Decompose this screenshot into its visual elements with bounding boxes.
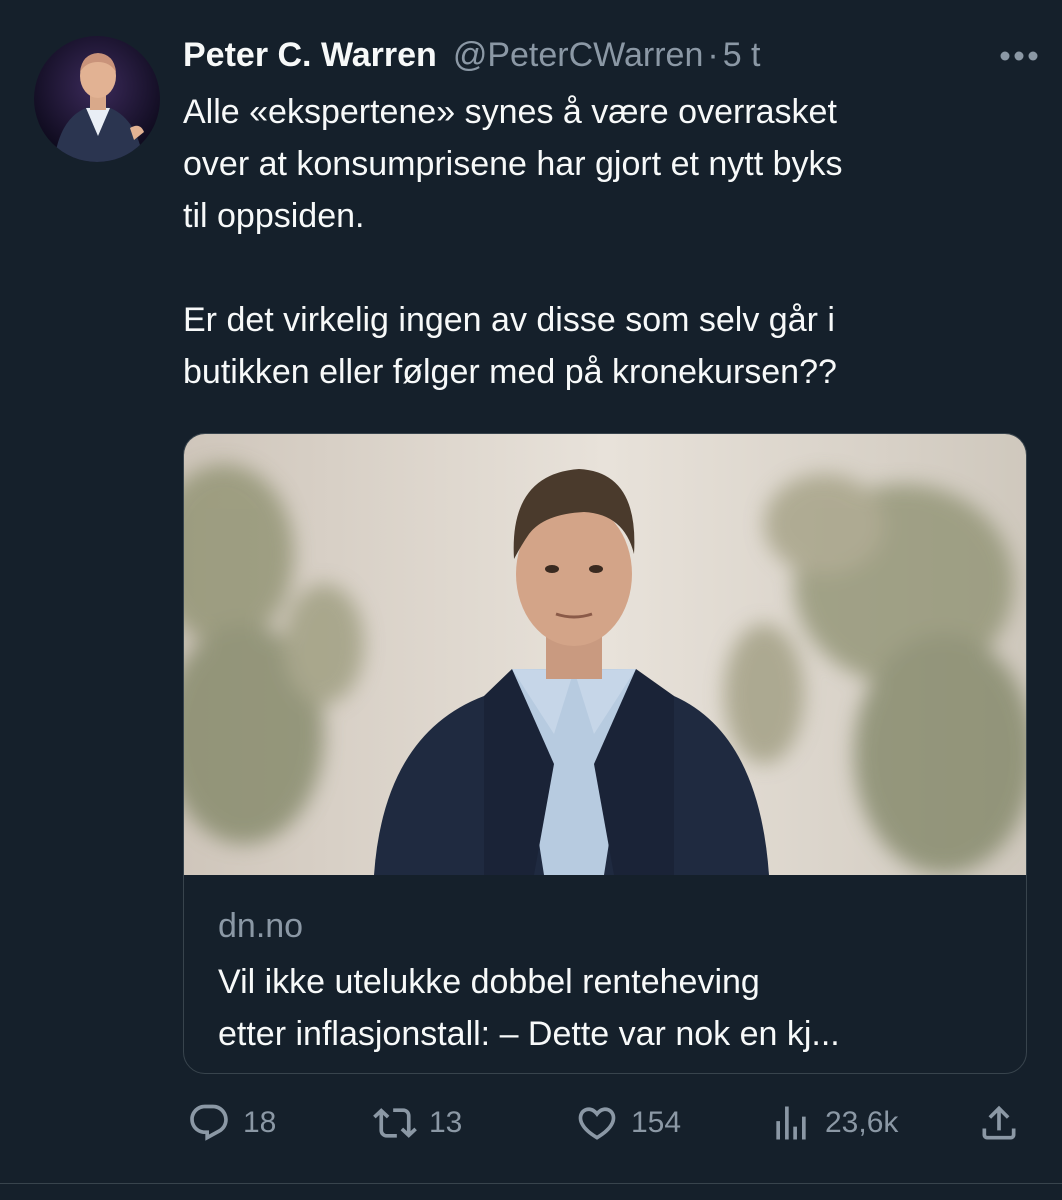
reply-icon — [187, 1101, 243, 1145]
reply-button[interactable]: 18 — [187, 1098, 276, 1148]
more-horizontal-icon[interactable] — [995, 38, 1043, 74]
retweet-count: 13 — [429, 1106, 463, 1139]
card-headline: Vil ikke utelukke dobbel renteheving ett… — [218, 956, 1008, 1060]
card-domain: dn.no — [218, 907, 304, 945]
tweet-text-line: til oppsiden. — [183, 197, 365, 235]
tweet-text-line: over at konsumprisene har gjort et nytt … — [183, 145, 843, 183]
like-button[interactable]: 154 — [575, 1098, 681, 1148]
divider — [0, 1183, 1062, 1184]
separator-dot: · — [707, 35, 719, 74]
heart-icon — [575, 1101, 631, 1145]
tweet-text-line: Alle «ekspertene» synes å være overraske… — [183, 93, 837, 131]
share-button[interactable] — [977, 1098, 1033, 1148]
action-bar: 18 13 154 23,6k — [183, 1098, 1043, 1148]
views-icon — [769, 1101, 825, 1145]
tweet-text-line: butikken eller følger med på kronekursen… — [183, 353, 837, 391]
avatar[interactable] — [34, 36, 160, 162]
views-count: 23,6k — [825, 1106, 899, 1139]
tweet-header: Peter C. Warren @PeterCWarren · 5 t — [183, 30, 1043, 80]
handle[interactable]: @PeterCWarren — [453, 36, 704, 75]
link-card[interactable]: dn.no Vil ikke utelukke dobbel rentehevi… — [183, 433, 1027, 1074]
timestamp[interactable]: 5 t — [723, 36, 761, 75]
tweet-text: Alle «ekspertene» synes å være overraske… — [183, 86, 1033, 398]
retweet-icon — [373, 1101, 429, 1145]
tweet: Peter C. Warren @PeterCWarren · 5 t Alle… — [0, 0, 1062, 1200]
tweet-text-line: Er det virkelig ingen av disse som selv … — [183, 301, 835, 339]
card-headline-line: etter inflasjonstall: – Dette var nok en… — [218, 1015, 840, 1053]
card-meta: dn.no Vil ikke utelukke dobbel rentehevi… — [218, 904, 1008, 1060]
retweet-button[interactable]: 13 — [373, 1098, 462, 1148]
share-icon — [977, 1101, 1033, 1145]
like-count: 154 — [631, 1106, 682, 1139]
display-name[interactable]: Peter C. Warren — [183, 36, 437, 75]
card-image — [184, 434, 1026, 875]
reply-count: 18 — [243, 1106, 277, 1139]
card-headline-line: Vil ikke utelukke dobbel renteheving — [218, 963, 760, 1001]
views-button[interactable]: 23,6k — [769, 1098, 898, 1148]
